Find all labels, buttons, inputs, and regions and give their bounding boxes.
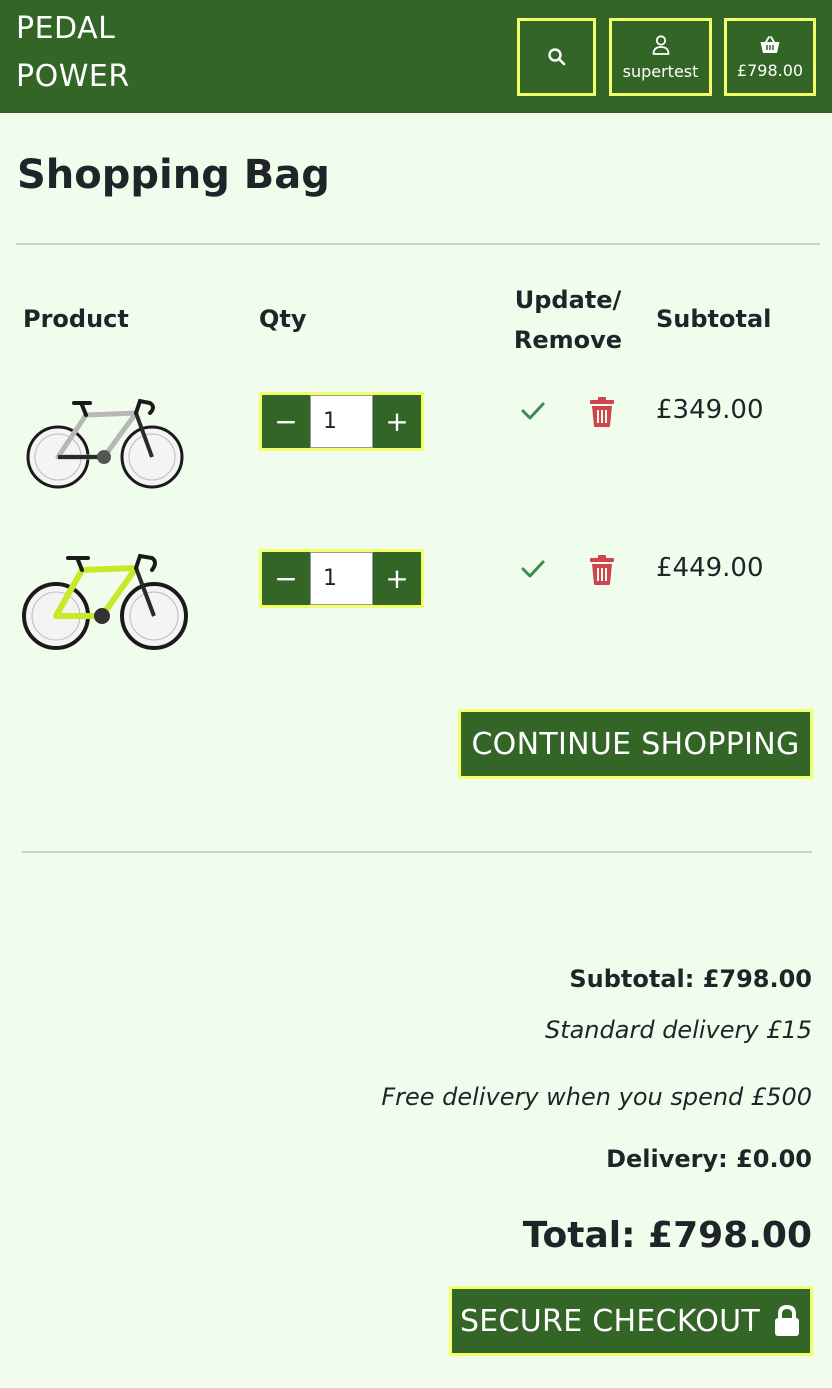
column-header-update-line1: Update/	[514, 286, 622, 314]
brand-line-1: PEDAL	[16, 11, 116, 46]
divider	[16, 243, 820, 245]
quantity-input[interactable]: 1	[310, 395, 373, 448]
continue-shopping-label: CONTINUE SHOPPING	[471, 726, 800, 762]
lock-icon	[775, 1304, 800, 1336]
increment-button[interactable]: +	[373, 552, 421, 605]
bag-total-label: £798.00	[736, 60, 804, 80]
check-icon[interactable]	[519, 397, 547, 425]
search-button[interactable]	[517, 18, 596, 96]
shopping-bag-button[interactable]: £798.00	[724, 18, 816, 96]
quantity-stepper[interactable]: − 1 +	[259, 392, 424, 451]
summary-standard-delivery: Standard delivery £15	[544, 1016, 812, 1044]
check-icon[interactable]	[519, 555, 547, 583]
top-navbar: PEDAL POWER supertest £798.00	[0, 0, 832, 113]
column-header-update-line2: Remove	[513, 326, 623, 354]
summary-free-delivery-note: Free delivery when you spend £500	[381, 1083, 812, 1111]
product-image[interactable]	[24, 395, 186, 495]
column-header-product: Product	[23, 305, 129, 333]
summary-subtotal: Subtotal: £798.00	[569, 965, 812, 993]
secure-checkout-label: SECURE CHECKOUT	[459, 1303, 761, 1339]
quantity-input[interactable]: 1	[310, 552, 373, 605]
column-header-qty: Qty	[259, 305, 307, 333]
summary-delivery: Delivery: £0.00	[606, 1145, 812, 1173]
row-subtotal: £449.00	[656, 553, 764, 583]
basket-icon	[760, 35, 780, 53]
trash-icon[interactable]	[588, 554, 616, 586]
user-icon	[652, 34, 669, 55]
brand-line-2: POWER	[16, 59, 130, 94]
divider	[22, 851, 812, 853]
decrement-button[interactable]: −	[262, 395, 310, 448]
search-icon	[547, 48, 565, 66]
product-image[interactable]	[20, 550, 190, 658]
trash-icon[interactable]	[588, 396, 616, 428]
column-header-update-remove: Update/ Remove	[510, 280, 626, 360]
row-subtotal: £349.00	[656, 395, 764, 425]
page-title: Shopping Bag	[17, 152, 330, 198]
account-label: supertest	[622, 61, 699, 81]
secure-checkout-button[interactable]: SECURE CHECKOUT	[449, 1286, 813, 1356]
brand-logo[interactable]: PEDAL POWER	[16, 4, 130, 102]
summary-total: Total: £798.00	[522, 1215, 812, 1256]
account-button[interactable]: supertest	[609, 18, 712, 96]
increment-button[interactable]: +	[373, 395, 421, 448]
decrement-button[interactable]: −	[262, 552, 310, 605]
column-header-subtotal: Subtotal	[656, 305, 772, 333]
quantity-stepper[interactable]: − 1 +	[259, 549, 424, 608]
continue-shopping-button[interactable]: CONTINUE SHOPPING	[458, 709, 813, 779]
